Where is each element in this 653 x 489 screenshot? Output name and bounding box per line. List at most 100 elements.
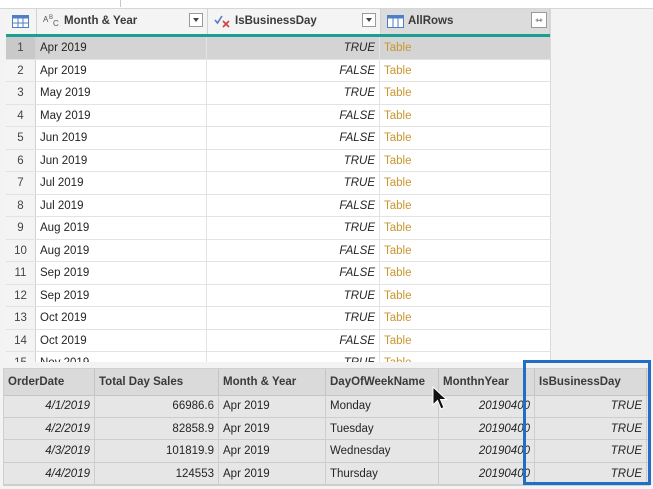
cell-is-business-day[interactable]: TRUE [208, 352, 380, 362]
cell-all-rows-table-link[interactable]: Table [381, 217, 550, 239]
table-row[interactable]: 7 Jul 2019 TRUE Table [6, 172, 550, 195]
detail-cell-total-day-sales: 66986.6 [95, 395, 219, 417]
row-number[interactable]: 9 [6, 217, 36, 239]
row-number[interactable]: 13 [6, 307, 36, 329]
cell-all-rows-table-link[interactable]: Table [381, 105, 550, 127]
detail-cell-monthn-year: 20190400 [439, 462, 535, 484]
column-header-label: Month & Year [64, 15, 138, 27]
row-number[interactable]: 14 [6, 329, 36, 351]
column-header-all-rows[interactable]: AllRows ⇿ [381, 9, 550, 34]
cell-all-rows-table-link[interactable]: Table [381, 82, 550, 104]
detail-cell-total-day-sales: 124553 [95, 462, 219, 484]
filter-dropdown-button[interactable] [189, 13, 203, 27]
row-number[interactable]: 15 [6, 352, 36, 362]
cell-month-year[interactable]: Aug 2019 [37, 239, 207, 261]
cell-month-year[interactable]: Sep 2019 [37, 284, 207, 306]
table-row[interactable]: 3 May 2019 TRUE Table [6, 82, 550, 105]
row-number[interactable]: 1 [6, 37, 36, 59]
cell-is-business-day[interactable]: TRUE [208, 307, 380, 329]
cell-all-rows-table-link[interactable]: Table [381, 37, 550, 59]
table-row[interactable]: 15Nov 2019TRUETable [6, 352, 550, 362]
cell-all-rows-table-link[interactable]: Table [381, 262, 550, 284]
filter-dropdown-button[interactable] [362, 13, 376, 27]
svg-text:C: C [53, 19, 59, 28]
cell-month-year[interactable]: Oct 2019 [37, 307, 207, 329]
cell-is-business-day[interactable]: FALSE [208, 239, 380, 261]
detail-column-header-month-year: Month & Year [219, 369, 326, 395]
detail-cell-day-of-week-name: Thursday [326, 462, 439, 484]
cell-month-year[interactable]: Jul 2019 [37, 172, 207, 194]
row-number[interactable]: 3 [6, 82, 36, 104]
cell-all-rows-table-link[interactable]: Table [381, 172, 550, 194]
cell-month-year[interactable]: Sep 2019 [37, 262, 207, 284]
cell-is-business-day[interactable]: FALSE [208, 104, 380, 126]
cell-month-year[interactable]: Apr 2019 [37, 59, 207, 81]
mouse-cursor-icon [432, 386, 448, 410]
row-number[interactable]: 7 [6, 172, 36, 194]
detail-cell-order-date: 4/1/2019 [4, 395, 95, 417]
detail-cell-month-year: Apr 2019 [219, 417, 326, 439]
row-number[interactable]: 8 [6, 194, 36, 216]
table-row[interactable]: 6 Jun 2019 TRUE Table [6, 149, 550, 172]
detail-column-header-order-date: OrderDate [4, 369, 95, 395]
cell-is-business-day[interactable]: TRUE [208, 284, 380, 306]
table-row[interactable]: 13 Oct 2019 TRUE Table [6, 307, 550, 330]
cell-month-year[interactable]: Jun 2019 [37, 127, 207, 149]
table-row[interactable]: 2 Apr 2019 FALSE Table [6, 59, 550, 82]
cell-month-year[interactable]: Oct 2019 [37, 329, 207, 351]
cell-is-business-day[interactable]: FALSE [208, 127, 380, 149]
table-row[interactable]: 11 Sep 2019 FALSE Table [6, 262, 550, 285]
cell-all-rows-table-link[interactable]: Table [381, 195, 550, 217]
row-number[interactable]: 10 [6, 239, 36, 261]
cell-is-business-day[interactable]: FALSE [208, 194, 380, 216]
formula-bar-segment [0, 0, 121, 7]
detail-cell-total-day-sales: 82858.9 [95, 417, 219, 439]
cell-all-rows-table-link[interactable]: Table [381, 330, 550, 352]
expand-column-icon[interactable]: ⇿ [531, 12, 547, 28]
detail-cell-day-of-week-name: Wednesday [326, 440, 439, 462]
cell-is-business-day[interactable]: TRUE [208, 149, 380, 171]
cell-month-year[interactable]: May 2019 [37, 82, 207, 104]
detail-cell-order-date: 4/3/2019 [4, 440, 95, 462]
column-header-month-year[interactable]: A B C Month & Year [37, 9, 208, 34]
table-row[interactable]: 10 Aug 2019 FALSE Table [6, 239, 550, 262]
cell-is-business-day[interactable]: TRUE [208, 37, 380, 59]
table-menu-button[interactable] [6, 9, 37, 34]
cell-all-rows-table-link[interactable]: Table [381, 60, 550, 82]
cell-is-business-day[interactable]: FALSE [208, 59, 380, 81]
table-row[interactable]: 1 Apr 2019 TRUE Table [6, 37, 550, 60]
table-row[interactable]: 4 May 2019 FALSE Table [6, 104, 550, 127]
table-row[interactable]: 14 Oct 2019 FALSE Table [6, 329, 550, 352]
row-number[interactable]: 12 [6, 284, 36, 306]
cell-is-business-day[interactable]: TRUE [208, 82, 380, 104]
row-number[interactable]: 11 [6, 262, 36, 284]
cell-all-rows-table-link[interactable]: Table [381, 127, 550, 149]
row-number[interactable]: 2 [6, 59, 36, 81]
cell-month-year[interactable]: Jul 2019 [37, 194, 207, 216]
detail-cell-order-date: 4/4/2019 [4, 462, 95, 484]
cell-month-year[interactable]: Nov 2019 [37, 352, 207, 362]
cell-month-year[interactable]: Jun 2019 [37, 149, 207, 171]
cell-month-year[interactable]: Aug 2019 [37, 217, 207, 239]
column-header-label: AllRows [408, 15, 454, 27]
cell-all-rows-table-link[interactable]: Table [381, 307, 550, 329]
cell-all-rows-table-link[interactable]: Table [381, 240, 550, 262]
table-row[interactable]: 12 Sep 2019 TRUE Table [6, 284, 550, 307]
cell-all-rows-table-link[interactable]: Table [381, 285, 550, 307]
cell-is-business-day[interactable]: TRUE [208, 172, 380, 194]
cell-month-year[interactable]: May 2019 [37, 104, 207, 126]
row-number[interactable]: 5 [6, 127, 36, 149]
table-row[interactable]: 5 Jun 2019 FALSE Table [6, 127, 550, 150]
cell-is-business-day[interactable]: FALSE [208, 329, 380, 351]
cell-is-business-day[interactable]: TRUE [208, 217, 380, 239]
cell-month-year[interactable]: Apr 2019 [37, 37, 207, 59]
cell-all-rows-table-link[interactable]: Table [381, 150, 550, 172]
table-row[interactable]: 9 Aug 2019 TRUE Table [6, 217, 550, 240]
detail-cell-month-year: Apr 2019 [219, 440, 326, 462]
table-row[interactable]: 8 Jul 2019 FALSE Table [6, 194, 550, 217]
column-header-is-business-day[interactable]: IsBusinessDay [208, 9, 381, 34]
row-number[interactable]: 6 [6, 149, 36, 171]
column-header-label: IsBusinessDay [235, 15, 317, 27]
row-number[interactable]: 4 [6, 104, 36, 126]
cell-is-business-day[interactable]: FALSE [208, 262, 380, 284]
